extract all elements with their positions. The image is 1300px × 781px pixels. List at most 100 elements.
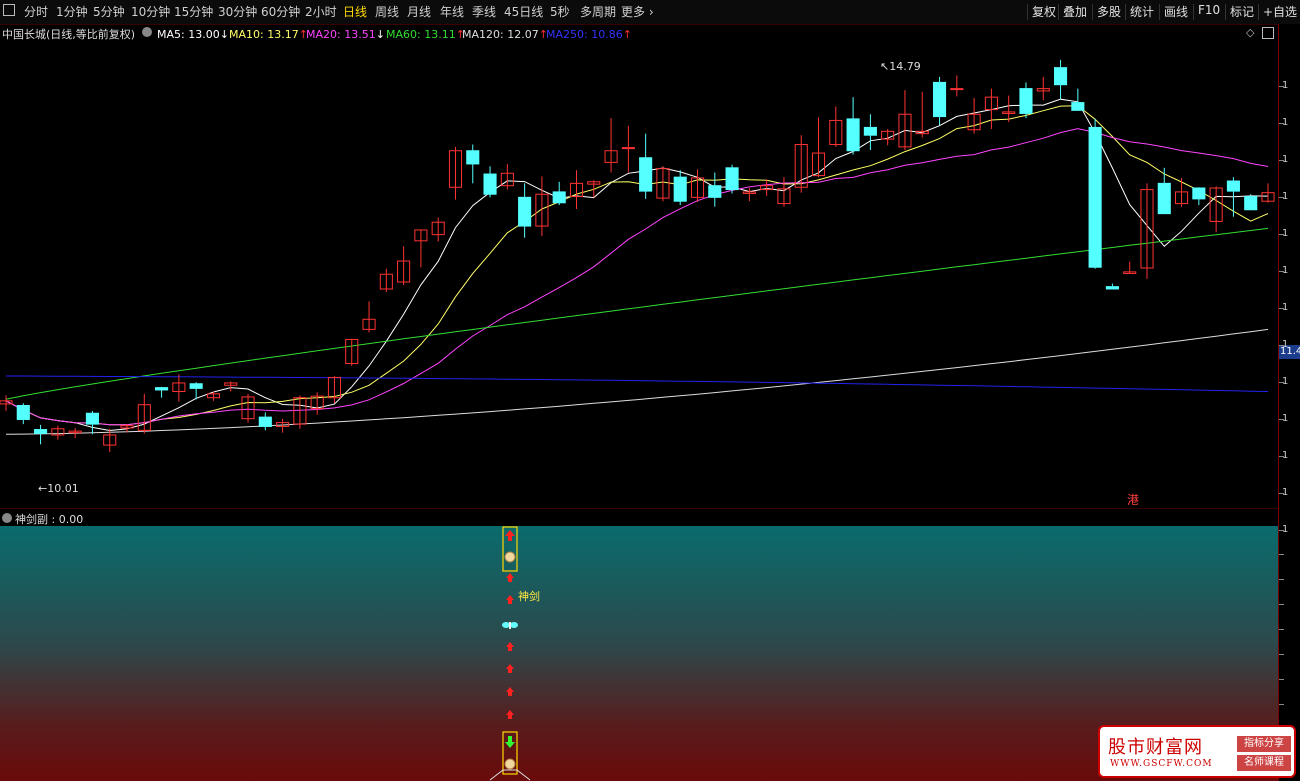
axis-tick-label: 1 [1282, 413, 1289, 424]
money-bag-icon [504, 551, 516, 563]
candle-body [673, 176, 687, 202]
period-tab-14[interactable]: 5秒 [550, 3, 570, 20]
period-tab-15[interactable]: 多周期 [580, 3, 616, 20]
toolbar-separator [1058, 4, 1059, 20]
candle-body [466, 150, 480, 165]
candle-body [725, 167, 739, 191]
sub-collapse-icon[interactable] [2, 513, 12, 523]
candle-body [950, 88, 964, 91]
period-tab-11[interactable]: 年线 [440, 3, 464, 20]
period-tab-8[interactable]: 日线 [343, 3, 367, 20]
period-tab-4[interactable]: 15分钟 [174, 3, 213, 20]
ma-label-3: MA60: 13.11↑ [386, 28, 465, 41]
candle-body [708, 185, 722, 198]
period-tab-13[interactable]: 45日线 [504, 3, 543, 20]
toolbar-button-2[interactable]: 多股 [1097, 3, 1121, 20]
axis-tick-label: 1 [1282, 265, 1289, 276]
period-tab-3[interactable]: 10分钟 [131, 3, 170, 20]
candle-body [16, 404, 30, 420]
sub-axis-tick [1279, 654, 1284, 655]
candle-body [863, 126, 877, 136]
sub-indicator-title: 神剑副 : 0.00 [15, 513, 84, 526]
watermark-tag-course: 名师课程 [1237, 755, 1291, 771]
axis-tick-label: 1 [1282, 228, 1289, 239]
candlestick-chart[interactable]: ↖14.79 ←10.01 港 [0, 42, 1278, 508]
sub-indicator-bar: 神剑副 : 0.00 [0, 508, 1280, 527]
sub-indicator-panel[interactable]: 神剑 [0, 526, 1278, 781]
candle-body [1244, 196, 1258, 211]
sub-axis-tick [1279, 579, 1284, 580]
up-arrow-icon [505, 530, 515, 541]
toolbar-separator [1193, 4, 1194, 20]
sub-axis-tick [1279, 554, 1284, 555]
candle-body [1053, 67, 1068, 86]
collapse-icon[interactable] [142, 27, 152, 37]
candle-body [1192, 187, 1206, 200]
period-tab-9[interactable]: 周线 [375, 3, 399, 20]
toolbar-button-7[interactable]: +自选 [1263, 3, 1297, 20]
period-tab-7[interactable]: 2小时 [305, 3, 337, 20]
indicator-info-bar: 中国长城(日线,等比前复权) MA5: 13.00↓ MA10: 13.17↑ MA… [0, 24, 1300, 42]
axis-tick-label: 1 [1282, 302, 1289, 313]
watermark-title: 股市财富网 [1108, 737, 1203, 758]
candle-body [1157, 182, 1171, 215]
candle-body [1226, 180, 1240, 192]
candle-body [189, 383, 203, 389]
candle-body [639, 157, 653, 192]
panel-toggle-icon[interactable] [1262, 27, 1274, 39]
sub-axis-tick [1279, 629, 1284, 630]
sub-axis-tick [1279, 679, 1284, 680]
ma-trend-arrow-5: ↑ [622, 28, 632, 41]
butterfly-icon [502, 622, 518, 629]
period-tab-1[interactable]: 1分钟 [56, 3, 88, 20]
period-tab-10[interactable]: 月线 [407, 3, 431, 20]
candle-body [34, 429, 48, 434]
toolbar-button-5[interactable]: F10 [1198, 3, 1220, 17]
down-arrow-icon [505, 736, 515, 748]
ma-line-60 [5, 227, 1269, 400]
candle-body [258, 416, 272, 427]
baseline-spike [489, 769, 531, 781]
period-toolbar: 分时 1分钟 5分钟 10分钟 15分钟 30分钟 60分钟 2小时 日线 周线 月线 年线 季线 45日… [0, 0, 1300, 25]
stock-title: 中国长城(日线,等比前复权) [2, 28, 136, 41]
ma-trend-arrow-0: ↓ [219, 28, 229, 41]
signal-label: 神剑 [518, 590, 540, 603]
axis-tick-label: 1 [1282, 524, 1289, 535]
axis-tick-label: 1 [1282, 450, 1289, 461]
toolbar-button-0[interactable]: 复权 [1032, 3, 1056, 20]
price-axis: 11.4 1111111111111 [1278, 24, 1300, 781]
high-price-label: ↖14.79 [880, 60, 921, 73]
candle-body [155, 387, 169, 391]
watermark-tag-share: 指标分享 [1237, 736, 1291, 752]
candle-body [552, 191, 566, 204]
ma-trend-arrow-2: ↓ [375, 28, 385, 41]
toolbar-separator [1258, 4, 1259, 20]
period-tab-5[interactable]: 30分钟 [218, 3, 257, 20]
toolbar-button-3[interactable]: 统计 [1130, 3, 1154, 20]
toolbar-button-1[interactable]: 叠加 [1063, 3, 1087, 20]
axis-tick-label: 1 [1282, 191, 1289, 202]
diamond-icon[interactable]: ◇ [1246, 26, 1254, 39]
toolbar-button-4[interactable]: 画线 [1164, 3, 1188, 20]
period-tab-2[interactable]: 5分钟 [93, 3, 125, 20]
ma-label-1: MA10: 13.17↑ [229, 28, 308, 41]
period-tab-6[interactable]: 60分钟 [261, 3, 300, 20]
ma-label-0: MA5: 13.00↓ [157, 28, 229, 41]
watermark-url: WWW.GSCFW.COM [1110, 759, 1213, 769]
ma-label-2: MA20: 13.51↓ [306, 28, 385, 41]
candle-body [1105, 286, 1119, 290]
period-tab-0[interactable]: 分时 [24, 3, 48, 20]
period-tab-16[interactable]: 更多 › [621, 3, 654, 20]
axis-tick-label: 1 [1282, 80, 1289, 91]
window-icon[interactable] [3, 4, 15, 16]
candle-body [1019, 88, 1033, 114]
low-price-label: ←10.01 [38, 482, 79, 495]
period-tab-12[interactable]: 季线 [472, 3, 496, 20]
candle-body [518, 196, 532, 227]
hk-connect-mark: 港 [1127, 493, 1139, 507]
toolbar-separator [1027, 4, 1028, 20]
axis-tick-label: 1 [1282, 487, 1289, 498]
toolbar-button-6[interactable]: 标记 [1230, 3, 1254, 20]
toolbar-separator [1092, 4, 1093, 20]
candle-body [1071, 102, 1085, 111]
